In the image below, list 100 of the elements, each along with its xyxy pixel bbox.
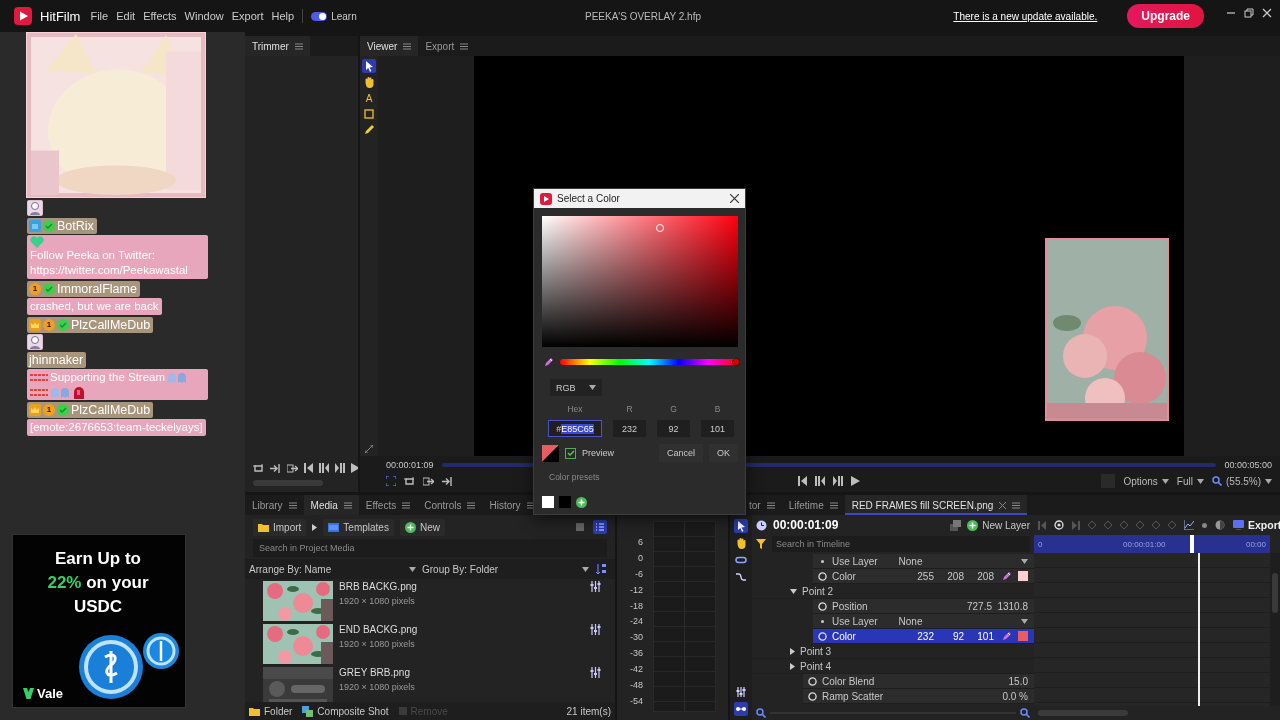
property-row[interactable]: Use Layer None (813, 554, 1034, 569)
layer-dropdown[interactable]: None (898, 555, 1028, 567)
new-button[interactable]: New (399, 518, 445, 536)
caret-icon[interactable] (582, 566, 589, 572)
search-field[interactable]: Search in Timeline (772, 536, 1030, 552)
channel-field[interactable]: 232 (613, 420, 646, 437)
property-value[interactable]: 255 (904, 570, 934, 582)
sliders-icon[interactable] (590, 581, 601, 592)
expand-icon[interactable] (365, 445, 373, 453)
eyedropper-icon[interactable] (1002, 631, 1012, 641)
menu-icon[interactable] (403, 42, 412, 50)
property-row[interactable]: Color 232 92 101 (813, 629, 1034, 644)
play-icon[interactable] (351, 463, 358, 473)
hue-thumb[interactable] (732, 358, 741, 366)
panel-tab[interactable]: Media (303, 495, 359, 515)
update-link[interactable]: There is a new update available. (953, 10, 1098, 22)
property-value[interactable]: 208 (934, 570, 964, 582)
menu-item[interactable]: Edit (116, 10, 136, 22)
step-back-icon[interactable] (815, 476, 825, 486)
group-dropdown[interactable]: Group By: Folder (422, 563, 589, 575)
property-row[interactable]: Position 727.5 1310.8 (813, 599, 1034, 614)
color-swatch[interactable] (1018, 571, 1028, 581)
sliders-icon[interactable] (734, 685, 748, 699)
frame-icon[interactable] (386, 476, 396, 486)
add-preset-icon[interactable] (576, 496, 587, 508)
dialog-button[interactable]: Cancel (658, 444, 703, 462)
panel-tab[interactable]: Lifetime (781, 495, 845, 515)
templates-button[interactable]: Templates (323, 518, 394, 536)
menu-icon[interactable] (526, 501, 535, 509)
menu-item[interactable]: Help (271, 10, 295, 22)
zoom-menu[interactable]: (55.5%) (1212, 475, 1272, 487)
property-value[interactable]: 15.0 (992, 675, 1028, 687)
arrange-dropdown[interactable]: Arrange By: Name (249, 563, 416, 575)
panel-tab[interactable]: tor (742, 495, 782, 515)
skip-start-icon[interactable] (798, 476, 807, 486)
panel-tab[interactable]: Controls (417, 495, 483, 515)
property-row[interactable]: Use Layer None (813, 614, 1034, 629)
folder-button[interactable]: Folder (249, 705, 293, 717)
property-value[interactable]: 232 (904, 630, 934, 642)
caret-icon[interactable] (1265, 478, 1272, 484)
add-icon[interactable] (404, 521, 416, 533)
pointer-icon[interactable] (734, 519, 748, 533)
loop-icon[interactable] (404, 476, 415, 486)
saturation-value-picker[interactable] (542, 216, 738, 347)
panel-tab[interactable]: Export (418, 36, 476, 56)
menu-icon[interactable] (467, 501, 476, 509)
panel-tab[interactable]: Library (245, 495, 304, 515)
pen-icon[interactable] (362, 123, 376, 137)
graph-icon[interactable] (1184, 520, 1194, 530)
group-label[interactable]: Point 3 (800, 645, 832, 657)
group-label[interactable]: Point 2 (802, 585, 834, 597)
color-swatch[interactable] (1018, 631, 1028, 641)
layer-dropdown[interactable]: None (898, 615, 1028, 627)
arrow-in-icon[interactable] (442, 476, 453, 486)
panel-tab[interactable]: History (482, 495, 542, 515)
file-name[interactable]: END BACKG.png (339, 624, 418, 635)
panel-tab[interactable]: Effects (358, 495, 418, 515)
panel-tab[interactable]: RED FRAMES fill SCREEN.png (844, 495, 1028, 515)
menu-icon[interactable] (829, 501, 838, 509)
hex-field[interactable]: #E85C65 (548, 420, 602, 437)
menu-item[interactable]: Effects (143, 10, 177, 22)
step-back-icon[interactable] (319, 463, 329, 473)
file-name[interactable]: BRB BACKG.png (339, 581, 417, 592)
menu-icon[interactable] (343, 501, 352, 509)
playhead[interactable] (1190, 535, 1195, 553)
search-field[interactable]: Search in Project Media (253, 539, 607, 557)
loop-icon[interactable] (253, 463, 264, 473)
upgrade-button[interactable]: Upgrade (1127, 4, 1204, 28)
skip-start-icon[interactable] (304, 463, 313, 473)
menu-icon[interactable] (294, 42, 303, 50)
zoom-in-icon[interactable] (1020, 708, 1030, 718)
scrollbar[interactable] (1272, 573, 1278, 613)
text-tool[interactable]: A (362, 91, 376, 105)
file-name[interactable]: GREY BRB.png (339, 667, 410, 678)
caret-icon[interactable] (589, 385, 596, 390)
keyframe-toggle-icon[interactable] (818, 571, 827, 581)
grid-view-icon[interactable] (573, 520, 587, 534)
keyframe-toggle-icon[interactable] (818, 601, 827, 611)
crop-icon[interactable] (362, 107, 376, 121)
contrast-icon[interactable] (1215, 520, 1225, 530)
menu-icon[interactable] (460, 42, 469, 50)
new-layer-button[interactable]: New Layer (967, 519, 1030, 531)
property-row[interactable]: Ramp Scatter 0.0 % (803, 689, 1034, 704)
property-value[interactable]: 101 (964, 630, 994, 642)
panel-tab[interactable]: Viewer (360, 36, 419, 56)
ad-banner[interactable]: Earn Up to 22% on your USDC Vale (12, 534, 186, 708)
group-label[interactable]: Point 4 (800, 660, 832, 672)
channel-field[interactable]: 101 (701, 420, 734, 437)
sliders-icon[interactable] (590, 667, 601, 678)
pointer-icon[interactable] (362, 59, 376, 73)
property-value[interactable]: 727.5 (956, 600, 992, 612)
add-icon[interactable] (967, 519, 979, 531)
property-value[interactable]: 1310.8 (992, 600, 1028, 612)
composite-shot-button[interactable]: Composite Shot (302, 705, 389, 717)
eyedropper-icon[interactable] (544, 357, 554, 367)
keyframe-toggle-icon[interactable] (1054, 520, 1064, 530)
eyedropper-icon[interactable] (1002, 571, 1012, 581)
caret-icon[interactable] (790, 647, 795, 655)
color-preset[interactable] (559, 496, 571, 508)
step-forward-icon[interactable] (833, 476, 843, 486)
